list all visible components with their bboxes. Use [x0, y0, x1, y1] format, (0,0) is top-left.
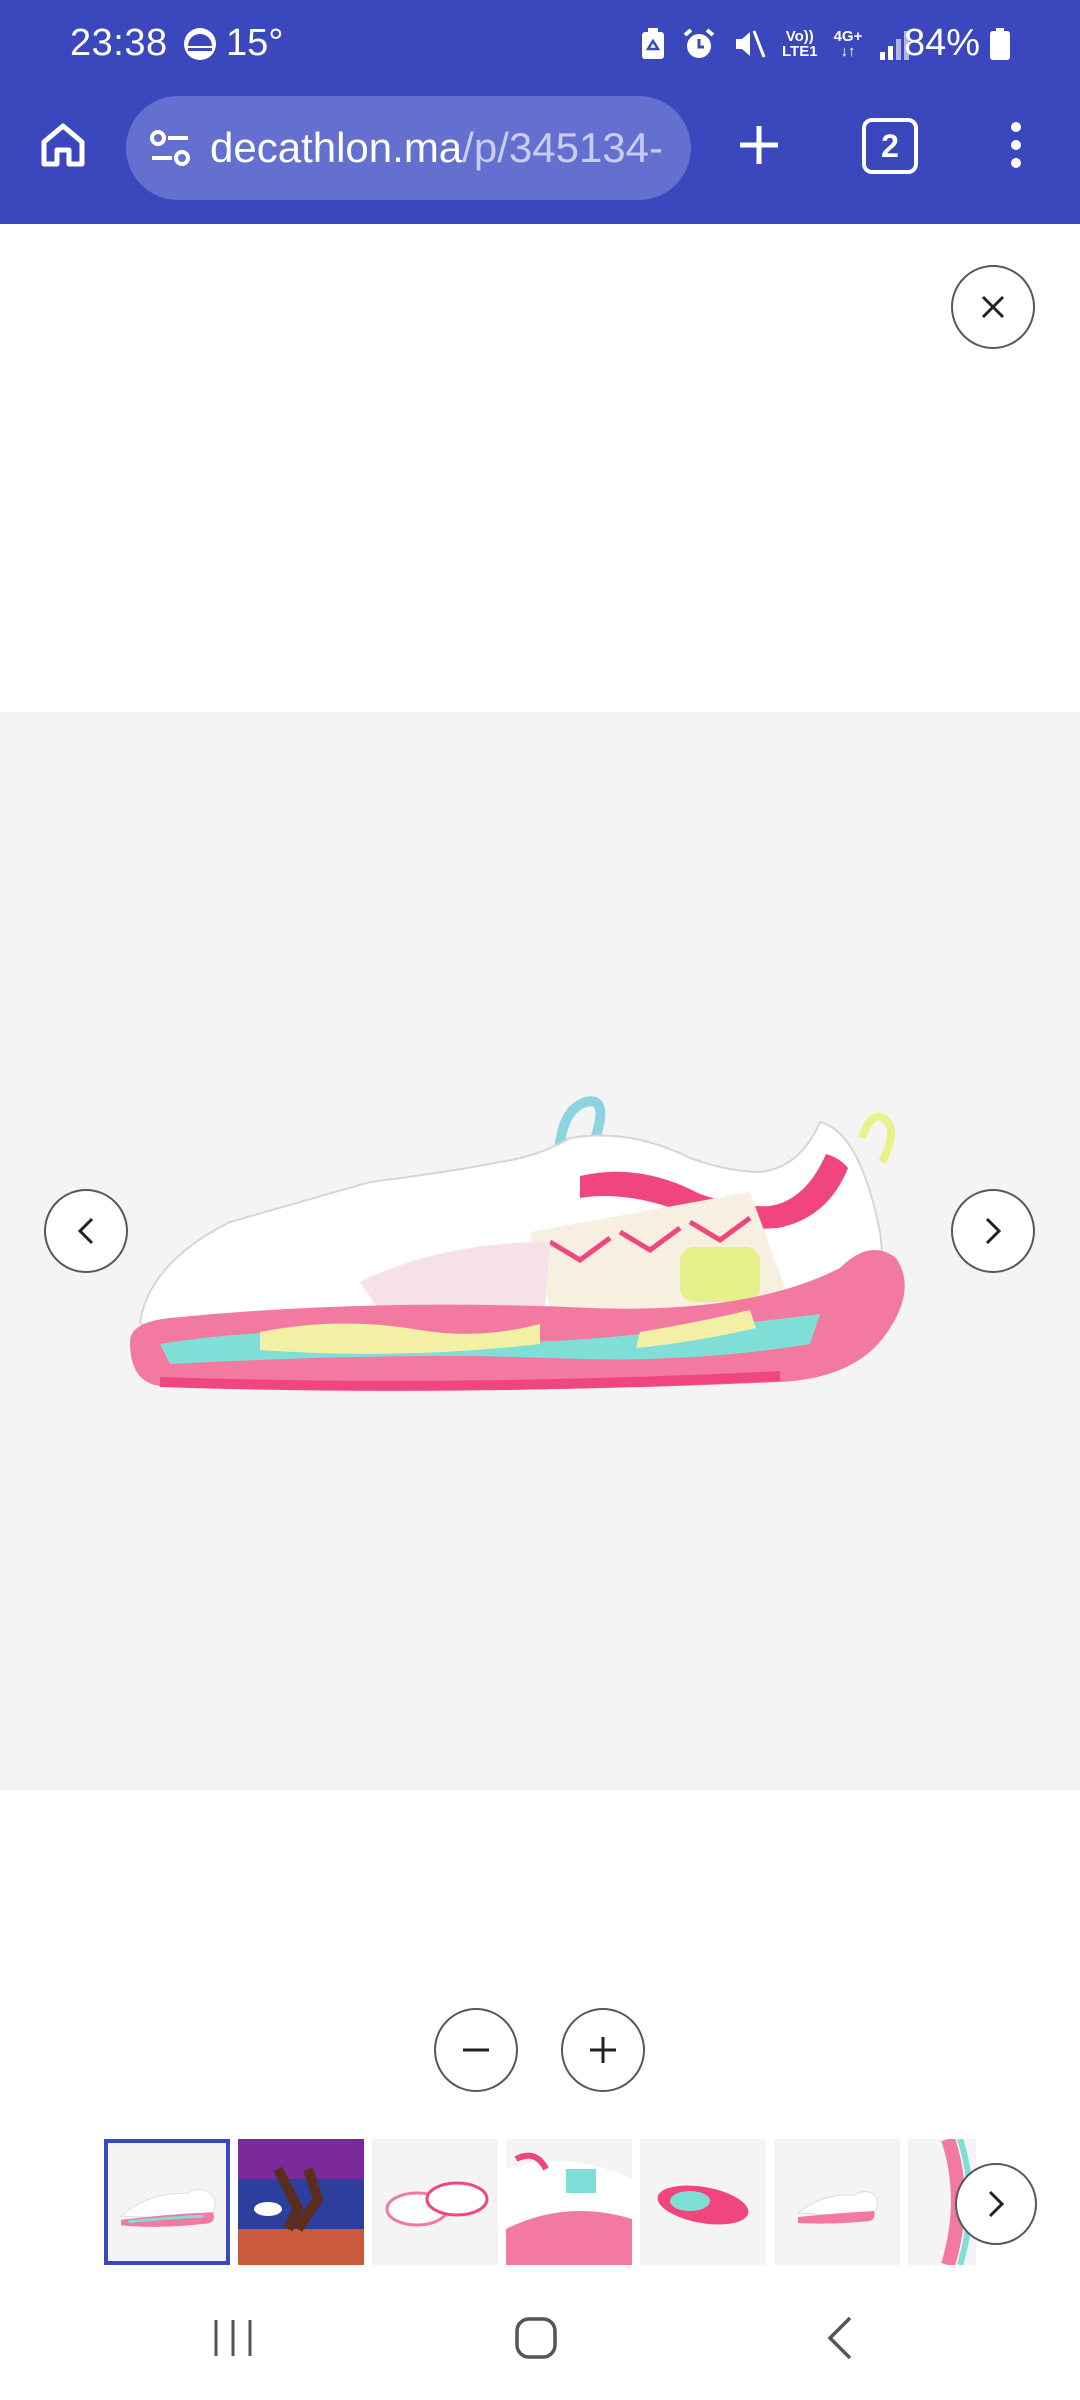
- new-tab-button[interactable]: [726, 112, 792, 178]
- thumbnail-sole-image: [640, 2139, 766, 2265]
- thumbnail-shoe-small-image: [774, 2139, 900, 2265]
- status-temperature: 15°: [226, 22, 284, 64]
- browser-home-button[interactable]: [30, 112, 96, 178]
- weather-icon: [184, 28, 216, 60]
- plus-icon: [740, 126, 778, 164]
- browser-menu-button[interactable]: [996, 112, 1036, 178]
- url-domain: decathlon.ma: [210, 124, 463, 171]
- thumbnail-pair-image: [372, 2139, 498, 2265]
- product-image-stage[interactable]: [0, 712, 1080, 1790]
- alarm-icon: [683, 28, 715, 58]
- product-image: [130, 1096, 905, 1391]
- chevron-right-icon: [985, 1217, 1002, 1245]
- home-icon: [41, 123, 85, 167]
- previous-image-button[interactable]: [44, 1189, 128, 1273]
- site-settings-icon[interactable]: [148, 126, 192, 170]
- home-icon[interactable]: [512, 2314, 560, 2362]
- recents-icon[interactable]: [208, 2314, 258, 2362]
- status-bar: 23:38 15° Vo)) LTE1 4G+ ↓↑ 84%: [0, 0, 1080, 90]
- status-time: 23:38: [70, 22, 168, 64]
- minus-icon: [463, 2048, 489, 2052]
- zoom-in-button[interactable]: [561, 2008, 645, 2092]
- close-viewer-button[interactable]: [951, 265, 1035, 349]
- network-volte: Vo)) LTE1: [782, 28, 818, 60]
- recycle-icon: [642, 28, 664, 59]
- battery-level: 84%: [904, 22, 981, 64]
- mute-icon: [736, 30, 766, 58]
- url-bar[interactable]: decathlon.ma/p/345134-: [126, 96, 691, 200]
- url-text[interactable]: decathlon.ma/p/345134-: [210, 124, 663, 172]
- zoom-out-button[interactable]: [434, 2008, 518, 2092]
- thumbnail-6[interactable]: [774, 2139, 900, 2265]
- chevron-left-icon: [77, 1217, 94, 1245]
- url-path: /p/345134-: [462, 124, 664, 171]
- battery-icon: [990, 28, 1010, 60]
- thumbnail-2[interactable]: [238, 2139, 364, 2265]
- status-icons: Vo)) LTE1 4G+ ↓↑: [640, 24, 912, 64]
- thumbnails-next-button[interactable]: [955, 2163, 1037, 2245]
- back-icon[interactable]: [820, 2314, 860, 2362]
- thumbnail-3[interactable]: [372, 2139, 498, 2265]
- tab-switcher-button[interactable]: 2: [862, 118, 918, 174]
- system-navigation-bar: [0, 2290, 1080, 2400]
- thumbnail-strip: [104, 2139, 976, 2269]
- chevron-right-icon: [988, 2190, 1005, 2218]
- thumbnail-closeup-image: [506, 2139, 632, 2265]
- tab-count: 2: [881, 127, 899, 164]
- thumbnail-runner-image: [238, 2139, 364, 2265]
- thumbnail-5[interactable]: [640, 2139, 766, 2265]
- thumbnail-4[interactable]: [506, 2139, 632, 2265]
- close-icon: [981, 295, 1005, 319]
- thumbnail-shoe-side-image: [108, 2143, 226, 2261]
- more-vert-icon: [1011, 122, 1021, 168]
- thumbnail-1[interactable]: [104, 2139, 230, 2265]
- network-type: 4G+ ↓↑: [833, 28, 863, 60]
- plus-icon: [590, 2037, 616, 2063]
- browser-chrome: 23:38 15° Vo)) LTE1 4G+ ↓↑ 84% decathlon…: [0, 0, 1080, 224]
- next-image-button[interactable]: [951, 1189, 1035, 1273]
- browser-toolbar: decathlon.ma/p/345134- 2: [0, 90, 1080, 224]
